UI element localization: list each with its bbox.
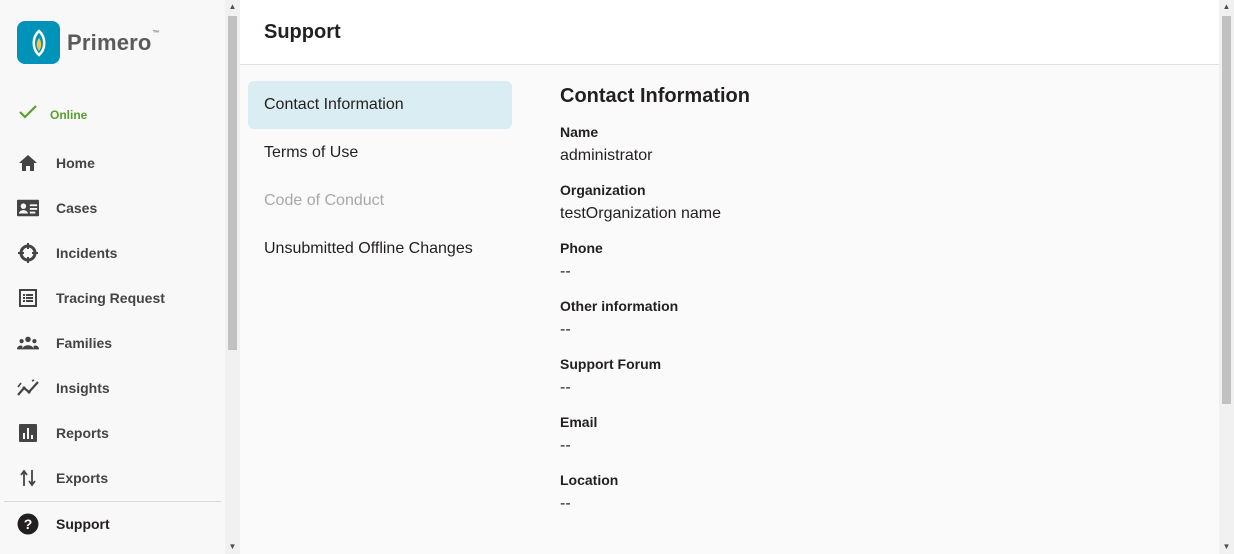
section-title: Contact Information [560, 85, 750, 107]
field-label: Location [560, 472, 619, 488]
sidebar-item-incidents[interactable]: Incidents [0, 230, 225, 275]
page-header: Support [240, 0, 1219, 65]
sidebar-item-label: Exports [56, 469, 109, 486]
sidebar-item-cases[interactable]: Cases [0, 185, 225, 230]
sidebar-item-label: Tracing Request [56, 289, 165, 306]
field-email: Email -- [560, 413, 1200, 457]
field-label: Phone [560, 240, 603, 256]
connection-status: Online [18, 104, 87, 125]
scrollbar-thumb[interactable] [1222, 16, 1231, 404]
sidebar-item-home[interactable]: Home [0, 140, 225, 185]
svg-text:?: ? [24, 516, 33, 532]
primero-logo-icon [17, 21, 60, 64]
app-name: Primero™ [67, 29, 160, 55]
status-label: Online [50, 107, 88, 122]
field-location: Location -- [560, 471, 1200, 515]
sidebar-item-tracing-request[interactable]: Tracing Request [0, 275, 225, 320]
menu-item-contact-information[interactable]: Contact Information [248, 81, 512, 129]
sidebar-item-label: Insights [56, 379, 110, 396]
crosshair-icon [17, 242, 39, 264]
people-icon [17, 332, 39, 354]
id-card-icon [17, 197, 39, 219]
sidebar-item-support[interactable]: ? Support [0, 501, 225, 547]
menu-item-code-of-conduct: Code of Conduct [264, 192, 385, 209]
main-scrollbar[interactable]: ▲ ▼ [1219, 0, 1234, 554]
checkmark-icon [18, 104, 38, 125]
contact-details: Contact Information Name administrator O… [560, 85, 1200, 529]
field-phone: Phone -- [560, 239, 1200, 283]
field-organization: Organization testOrganization name [560, 181, 1200, 225]
scroll-up-arrow-icon[interactable]: ▲ [1219, 0, 1234, 14]
menu-item-terms-of-use[interactable]: Terms of Use [248, 129, 512, 177]
swap-vertical-icon [17, 467, 39, 489]
field-label: Support Forum [560, 356, 662, 372]
sidebar-item-families[interactable]: Families [0, 320, 225, 365]
field-label: Email [560, 414, 598, 430]
sidebar-item-label: Cases [56, 199, 98, 216]
scroll-up-arrow-icon[interactable]: ▲ [225, 0, 240, 14]
field-value: -- [560, 321, 571, 338]
sidebar-nav: Home Cases Incidents Tracing Request Fam… [0, 140, 225, 500]
bar-chart-icon [17, 422, 39, 444]
support-menu: Contact Information Terms of Use Code of… [248, 81, 512, 273]
sidebar: Primero™ Online Home Cases Incidents Tra… [0, 0, 225, 554]
field-value: testOrganization name [560, 205, 721, 222]
field-value: -- [560, 495, 571, 512]
list-icon [17, 287, 39, 309]
scrollbar-thumb[interactable] [228, 16, 237, 350]
sidebar-scrollbar[interactable]: ▲ ▼ [225, 0, 240, 554]
sidebar-item-label: Home [56, 154, 95, 171]
field-name: Name administrator [560, 123, 1200, 167]
field-value: -- [560, 437, 571, 454]
scroll-down-arrow-icon[interactable]: ▼ [225, 540, 240, 554]
home-icon [17, 152, 39, 174]
page-title: Support [264, 21, 341, 43]
field-support-forum: Support Forum -- [560, 355, 1200, 399]
field-label: Name [560, 124, 599, 140]
sidebar-item-label: Reports [56, 424, 109, 441]
field-label: Organization [560, 182, 646, 198]
sidebar-item-reports[interactable]: Reports [0, 410, 225, 455]
sidebar-item-insights[interactable]: Insights [0, 365, 225, 410]
field-other-information: Other information -- [560, 297, 1200, 341]
sidebar-item-label: Families [56, 334, 113, 351]
field-value: -- [560, 263, 571, 280]
main-content: Contact Information Terms of Use Code of… [240, 65, 1219, 554]
app-logo[interactable]: Primero™ [17, 21, 160, 64]
sidebar-item-label: Incidents [56, 244, 118, 261]
menu-item-unsubmitted-offline-changes[interactable]: Unsubmitted Offline Changes [248, 225, 512, 273]
sidebar-item-exports[interactable]: Exports [0, 455, 225, 500]
help-circle-icon: ? [17, 513, 39, 535]
field-value: administrator [560, 147, 653, 164]
field-value: -- [560, 379, 571, 396]
sidebar-item-label: Support [56, 516, 110, 532]
trend-icon [17, 377, 39, 399]
scroll-down-arrow-icon[interactable]: ▼ [1219, 540, 1234, 554]
field-label: Other information [560, 298, 679, 314]
